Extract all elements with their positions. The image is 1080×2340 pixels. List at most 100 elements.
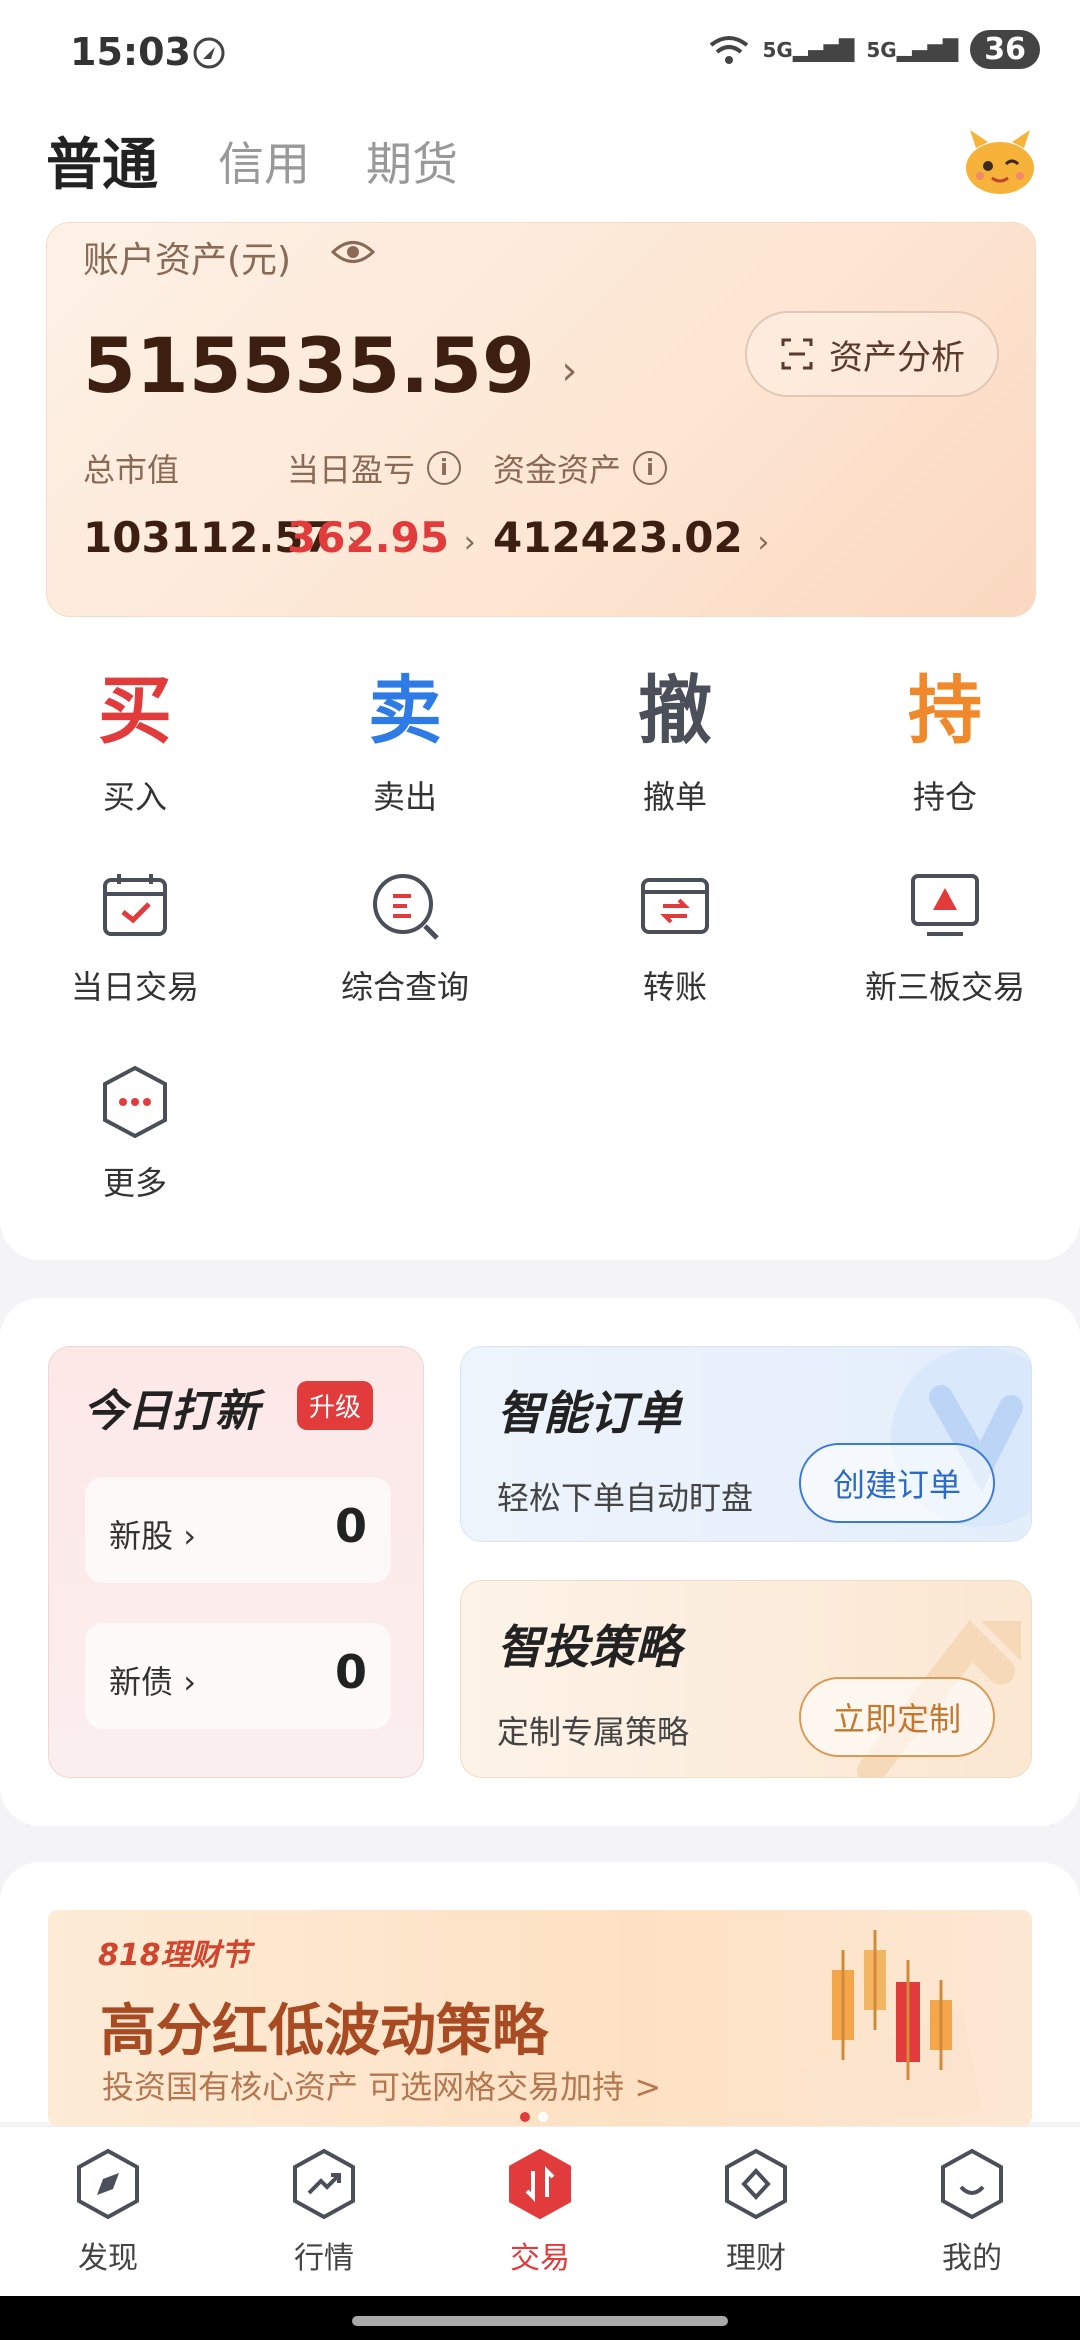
nav-me-label: 我的 [942, 2241, 1002, 2276]
nav-trade[interactable]: 交易 [470, 2147, 610, 2277]
customize-now-button[interactable]: 立即定制 [799, 1677, 995, 1757]
smart-order-card[interactable]: 智能订单 轻松下单自动盯盘 创建订单 [460, 1346, 1032, 1542]
positions-button[interactable]: 持 持仓 [845, 668, 1045, 818]
home-indicator[interactable] [352, 2316, 728, 2326]
trend-icon [293, 2148, 355, 2220]
more-label: 更多 [102, 1164, 167, 1202]
sell-label: 卖出 [372, 778, 437, 816]
nav-wealth[interactable]: 理财 [686, 2147, 826, 2277]
nav-discover[interactable]: 发现 [38, 2147, 178, 2277]
info-icon[interactable]: i [633, 451, 668, 485]
wifi-icon [709, 35, 748, 64]
mascot-avatar-icon[interactable] [962, 124, 1038, 200]
nav-me[interactable]: 我的 [902, 2147, 1042, 2277]
analysis-icon [781, 338, 813, 370]
chevron-right-icon: › [561, 348, 578, 394]
carousel-dots [520, 2112, 548, 2122]
strategy-title: 智投策略 [497, 1620, 681, 1674]
candlestick-chart-icon [802, 1930, 982, 2126]
positions-label: 持仓 [912, 778, 977, 816]
asset-analysis-label: 资产分析 [829, 337, 965, 378]
new-bond-label: 新债 › [109, 1663, 196, 1701]
ipo-title: 今日打新 [83, 1386, 259, 1437]
signal-5g-1: 5G▂▄▆█ [762, 37, 855, 62]
diamond-icon [725, 2148, 787, 2220]
chevron-right-icon: › [757, 525, 770, 560]
tab-normal[interactable]: 普通 [46, 120, 158, 201]
tab-credit[interactable]: 信用 [218, 128, 310, 194]
total-assets-value: 515535.59 [83, 321, 535, 410]
cancel-order-label: 撤单 [642, 778, 707, 816]
status-bar: 15:03 5G▂▄▆█ 5G▂▄▆█ 36 [0, 0, 1080, 110]
buy-label: 买入 [102, 778, 167, 816]
status-time: 15:03 [70, 30, 191, 74]
monitor-icon [911, 874, 979, 936]
total-assets[interactable]: 515535.59 › [83, 321, 577, 410]
cash-assets-label: 资金资产 [493, 451, 622, 489]
calendar-check-icon [103, 874, 167, 936]
cash-assets-value: 412423.02 [493, 513, 743, 562]
banner-headline: 高分红低波动策略 [100, 1999, 548, 2064]
asset-label: 账户资产(元) [83, 240, 292, 281]
signal-5g-2: 5G▂▄▆█ [866, 37, 959, 62]
smart-order-subtitle: 轻松下单自动盯盘 [497, 1479, 754, 1517]
sell-glyph: 卖 [368, 668, 442, 754]
promo-banner[interactable]: 818理财节 高分红低波动策略 投资国有核心资产 可选网格交易加持 > [48, 1910, 1032, 2126]
banner-tag: 818理财节 [98, 1938, 251, 1973]
nav-market[interactable]: 行情 [254, 2147, 394, 2277]
asset-card: 账户资产(元) 515535.59 › 资产分析 总市值 103112.57 ›… [46, 222, 1036, 617]
neeq-trading-label: 新三板交易 [864, 968, 1025, 1006]
transfer-label: 转账 [642, 968, 707, 1006]
nav-market-label: 行情 [294, 2241, 354, 2276]
new-stock-label: 新股 › [109, 1517, 196, 1555]
more-button[interactable]: 更多 [25, 1064, 245, 1204]
cash-assets-block[interactable]: 资金资产 i 412423.02 › [493, 445, 769, 562]
daily-trades-label: 当日交易 [70, 968, 199, 1006]
cancel-order-button[interactable]: 撤 撤单 [575, 668, 775, 818]
gesture-bar [0, 2296, 1080, 2340]
query-button[interactable]: 综合查询 [295, 868, 515, 1008]
bottom-navigation: 发现 行情 交易 理财 我的 [0, 2126, 1080, 2296]
account-type-tabs: 普通 信用 期货 [0, 110, 1080, 220]
tab-futures[interactable]: 期货 [366, 128, 458, 194]
strategy-card[interactable]: 智投策略 定制专属策略 立即定制 [460, 1580, 1032, 1778]
battery-indicator: 36 [970, 30, 1040, 69]
ipo-card[interactable]: 今日打新 升级 新股 › 0 新债 › 0 [48, 1346, 424, 1778]
banner-description: 投资国有核心资产 可选网格交易加持 > [102, 2068, 662, 2106]
smart-order-title: 智能订单 [497, 1386, 681, 1440]
chevron-right-icon: › [463, 525, 476, 560]
nav-wealth-label: 理财 [726, 2241, 786, 2276]
trade-icon [509, 2148, 571, 2220]
compass-icon [77, 2148, 139, 2220]
more-icon [103, 1065, 167, 1139]
info-icon[interactable]: i [427, 451, 462, 485]
daily-pnl-block[interactable]: 当日盈亏 i 362.95 › [287, 445, 476, 562]
buy-button[interactable]: 买 买入 [35, 668, 235, 818]
market-value-label: 总市值 [83, 451, 180, 489]
eye-icon[interactable] [331, 237, 375, 267]
daily-pnl-value: 362.95 [287, 513, 450, 562]
transfer-button[interactable]: 转账 [565, 868, 785, 1008]
neeq-trading-button[interactable]: 新三板交易 [835, 868, 1055, 1008]
daily-pnl-label: 当日盈亏 [287, 451, 416, 489]
navigation-icon [193, 37, 225, 69]
system-indicators: 5G▂▄▆█ 5G▂▄▆█ 36 [707, 30, 1040, 69]
new-stock-count: 0 [334, 1499, 367, 1553]
carousel-dot-active [520, 2112, 530, 2122]
upgrade-badge[interactable]: 升级 [297, 1381, 374, 1430]
new-bond-row[interactable]: 新债 › 0 [85, 1623, 391, 1729]
buy-glyph: 买 [98, 668, 172, 754]
asset-analysis-button[interactable]: 资产分析 [745, 311, 999, 397]
transfer-icon [641, 878, 709, 934]
cancel-order-glyph: 撤 [638, 668, 712, 754]
profile-icon [941, 2148, 1003, 2220]
nav-discover-label: 发现 [78, 2241, 138, 2276]
carousel-dot [538, 2112, 548, 2122]
positions-glyph: 持 [908, 668, 982, 754]
new-bond-count: 0 [334, 1645, 367, 1699]
daily-trades-button[interactable]: 当日交易 [25, 868, 245, 1008]
strategy-subtitle: 定制专属策略 [497, 1713, 690, 1751]
sell-button[interactable]: 卖 卖出 [305, 668, 505, 818]
create-order-button[interactable]: 创建订单 [799, 1443, 995, 1523]
new-stock-row[interactable]: 新股 › 0 [85, 1477, 391, 1583]
